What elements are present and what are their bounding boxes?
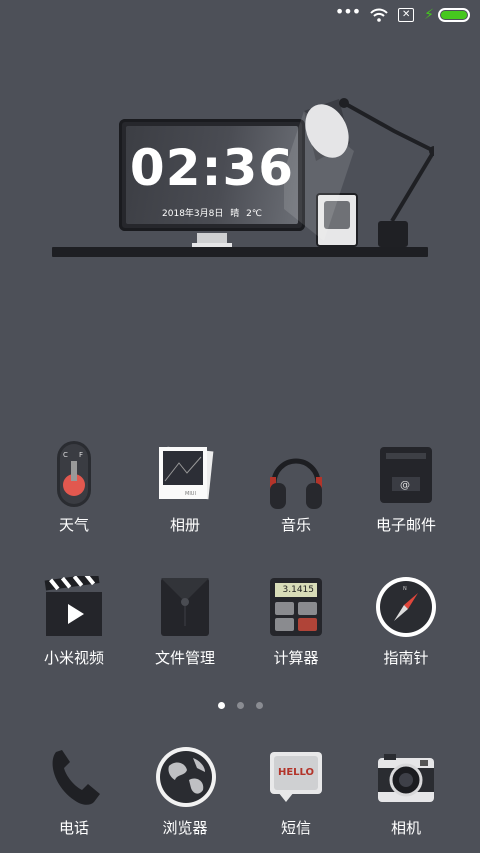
charging-icon: ⚡ bbox=[424, 7, 434, 23]
app-label: 电子邮件 bbox=[375, 516, 436, 534]
app-label: 短信 bbox=[280, 819, 311, 837]
speech-bubble-icon: HELLO bbox=[266, 746, 326, 806]
svg-text:F: F bbox=[79, 451, 83, 459]
app-label: 计算器 bbox=[273, 649, 319, 667]
clock-time: 02:36 bbox=[129, 139, 295, 197]
mailbox-icon: @ bbox=[376, 443, 436, 503]
dock-messages[interactable]: HELLO 短信 bbox=[241, 746, 351, 838]
page-dot[interactable] bbox=[236, 702, 244, 709]
battery-icon bbox=[438, 8, 470, 22]
dock-browser[interactable]: 浏览器 bbox=[130, 746, 240, 838]
wifi-icon bbox=[370, 8, 388, 22]
messages-icon-text: HELLO bbox=[277, 767, 315, 778]
dock-phone[interactable]: 电话 bbox=[19, 746, 129, 838]
app-label: 小米视频 bbox=[43, 649, 104, 667]
clapperboard-icon bbox=[44, 573, 104, 636]
clock-date: 2018年3月8日 晴 2℃ bbox=[162, 209, 262, 219]
globe-icon bbox=[155, 746, 216, 807]
svg-text:N: N bbox=[403, 586, 407, 592]
page-dot[interactable] bbox=[255, 702, 263, 709]
clock-widget[interactable]: 02:36 2018年3月8日 晴 2℃ bbox=[52, 95, 434, 265]
shelf bbox=[52, 247, 428, 257]
sim-none-icon: ✕ bbox=[398, 8, 415, 22]
app-label: 电话 bbox=[58, 819, 89, 837]
svg-text:@: @ bbox=[400, 480, 410, 491]
app-calculator[interactable]: 3.1415 计算器 bbox=[241, 576, 351, 668]
compass-icon: N bbox=[376, 576, 436, 637]
page-indicator[interactable] bbox=[0, 702, 480, 709]
svg-text:C: C bbox=[63, 451, 68, 459]
page-dot[interactable] bbox=[217, 702, 225, 709]
app-label: 指南针 bbox=[383, 649, 429, 667]
calculator-icon: 3.1415 bbox=[266, 576, 326, 636]
app-compass[interactable]: N 指南针 bbox=[351, 576, 461, 668]
app-video[interactable]: 小米视频 bbox=[19, 573, 129, 668]
app-file-manager[interactable]: 文件管理 bbox=[130, 576, 240, 668]
svg-text:MIUI: MIUI bbox=[185, 491, 196, 497]
calculator-display: 3.1415 bbox=[275, 583, 317, 597]
app-label: 天气 bbox=[58, 516, 89, 534]
app-label: 音乐 bbox=[280, 516, 311, 534]
app-label: 文件管理 bbox=[154, 649, 215, 667]
app-music[interactable]: 音乐 bbox=[241, 443, 351, 535]
weather-icon: C F bbox=[44, 441, 104, 507]
status-bar: ••• ✕ ⚡ bbox=[0, 0, 480, 30]
app-label: 相册 bbox=[169, 516, 200, 534]
desk-lamp-decoration bbox=[284, 98, 434, 247]
monitor: 02:36 2018年3月8日 晴 2℃ bbox=[119, 119, 305, 231]
phone-handset-icon bbox=[44, 746, 104, 806]
app-email[interactable]: @ 电子邮件 bbox=[351, 443, 461, 535]
folder-icon bbox=[155, 576, 215, 636]
more-icon: ••• bbox=[334, 2, 361, 21]
headphones-icon bbox=[266, 443, 326, 509]
gallery-icon: MIUI bbox=[155, 443, 215, 503]
app-weather[interactable]: C F 天气 bbox=[19, 441, 129, 535]
app-gallery[interactable]: MIUI 相册 bbox=[130, 443, 240, 535]
camera-icon bbox=[376, 746, 436, 806]
dock-camera[interactable]: 相机 bbox=[351, 746, 461, 838]
app-label: 浏览器 bbox=[162, 819, 208, 837]
app-label: 相机 bbox=[390, 819, 421, 837]
